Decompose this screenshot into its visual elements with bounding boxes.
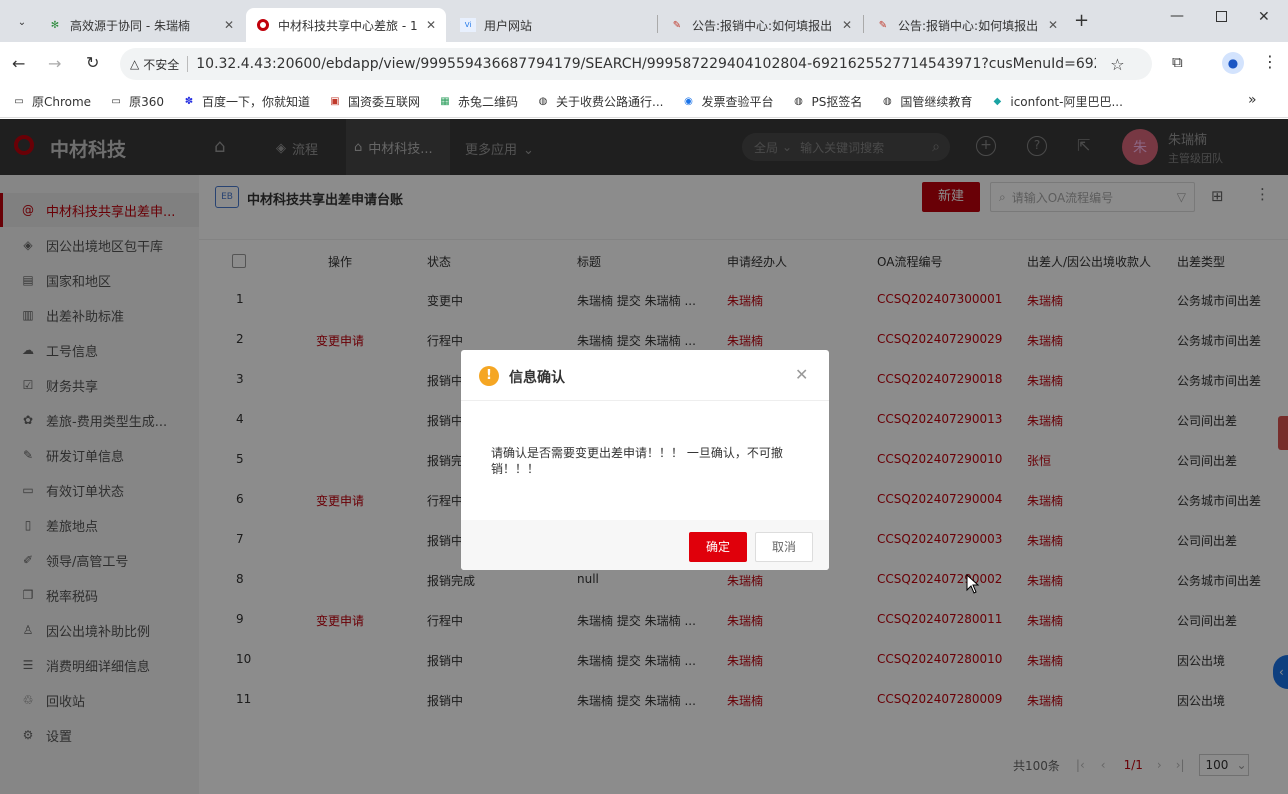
tab-search-button[interactable]: ⌄ (10, 10, 34, 34)
tab-title: 高效源于协同 - 朱瑞楠 (70, 18, 190, 33)
browser-tab-5[interactable]: ✎ 公告:报销中心:如何填报出 ✕ (866, 8, 1068, 42)
close-icon[interactable]: ✕ (795, 365, 808, 384)
flag-icon: ▣ (330, 96, 340, 107)
window-close-button[interactable]: ✕ (1258, 9, 1270, 25)
tab-title: 中材科技共享中心差旅 - 1 (278, 18, 418, 33)
new-tab-button[interactable]: + (1074, 10, 1089, 31)
insecure-label[interactable]: 不安全 (143, 56, 179, 73)
tab-title: 公告:报销中心:如何填报出 (692, 18, 833, 33)
bookmark-item[interactable]: ◉ 发票查验平台 (681, 93, 773, 110)
bookmark-folder[interactable]: ▭ 原Chrome (12, 93, 91, 110)
bookmark-folder[interactable]: ▭ 原360 (109, 93, 164, 110)
browser-tab-2[interactable]: 中材科技共享中心差旅 - 1 ✕ (246, 8, 446, 42)
mouse-cursor (966, 574, 980, 594)
minimize-button[interactable]: — (1170, 8, 1184, 24)
qrcode-icon: ▦ (440, 96, 450, 107)
bookmark-item[interactable]: ▣ 国资委互联网 (328, 93, 420, 110)
folder-icon: ▭ (14, 96, 24, 107)
address-bar-row: ← → ↻ △ 不安全 10.32.4.43:20600/ebdapp/view… (0, 42, 1288, 86)
menu-icon[interactable]: ⋮ (1262, 52, 1278, 71)
warning-icon: △ (130, 57, 140, 71)
omnibox[interactable]: △ 不安全 10.32.4.43:20600/ebdapp/view/99955… (120, 48, 1152, 80)
close-icon[interactable]: ✕ (224, 18, 234, 32)
reload-icon[interactable]: ↻ (86, 53, 99, 72)
browser-tab-4[interactable]: ✎ 公告:报销中心:如何填报出 ✕ (660, 8, 862, 42)
bookmarks-bar: ▭ 原Chrome ▭ 原360 ✽ 百度一下，你就知道 ▣ 国资委互联网 ▦ 赤兔二维码… (0, 86, 1288, 118)
bookmarks-overflow-icon[interactable]: » (1248, 92, 1257, 108)
close-icon[interactable]: ✕ (842, 18, 852, 32)
globe-icon: ◍ (794, 96, 803, 107)
close-icon[interactable]: ✕ (426, 18, 436, 32)
close-icon[interactable]: ✕ (1048, 18, 1058, 32)
browser-tab-bar: ⌄ ✻ 高效源于协同 - 朱瑞楠 ✕ 中材科技共享中心差旅 - 1 ✕ Vi 用… (0, 0, 1288, 42)
folder-icon: ▭ (111, 96, 121, 107)
confirm-dialog: ! 信息确认 ✕ 请确认是否需要变更出差申请！！！ 一旦确认，不可撤销！！！ 确… (461, 350, 829, 570)
tab-title: 用户网站 (484, 18, 533, 33)
sinoma-logo-icon (256, 18, 270, 32)
notice-icon: ✎ (878, 19, 888, 31)
bookmark-item[interactable]: ◍ PS抠签名 (792, 93, 862, 110)
cancel-button[interactable]: 取消 (755, 532, 813, 562)
globe-icon: ◍ (882, 96, 892, 107)
search-icon: ◉ (684, 96, 693, 107)
browser-tab-1[interactable]: ✻ 高效源于协同 - 朱瑞楠 ✕ (38, 8, 244, 42)
bookmark-item[interactable]: ◍ 关于收费公路通行... (536, 93, 664, 110)
confirm-button[interactable]: 确定 (689, 532, 747, 562)
iconfont-icon: ◆ (993, 96, 1002, 107)
browser-tab-3[interactable]: Vi 用户网站 (450, 8, 656, 42)
dialog-title: 信息确认 (509, 370, 565, 386)
back-icon[interactable]: ← (12, 54, 25, 73)
maximize-button[interactable] (1216, 11, 1227, 22)
gear-icon: ✻ (50, 19, 60, 31)
url-text[interactable]: 10.32.4.43:20600/ebdapp/view/99955943668… (196, 56, 1096, 72)
forward-icon[interactable]: → (48, 54, 61, 73)
site-icon: Vi (460, 18, 476, 32)
bookmark-item[interactable]: ▦ 赤兔二维码 (438, 93, 518, 110)
tab-title: 公告:报销中心:如何填报出 (898, 18, 1039, 33)
bookmark-item[interactable]: ◍ 国管继续教育 (880, 93, 972, 110)
extensions-icon[interactable]: ⧉ (1172, 53, 1183, 71)
bookmark-item[interactable]: ◆ iconfont-阿里巴巴... (990, 93, 1123, 110)
bookmark-item[interactable]: ✽ 百度一下，你就知道 (182, 93, 310, 110)
dialog-message: 请确认是否需要变更出差申请！！！ 一旦确认，不可撤销！！！ (491, 446, 783, 476)
dialog-divider (461, 400, 829, 401)
star-icon[interactable]: ☆ (1110, 55, 1124, 74)
paw-icon: ✽ (184, 96, 194, 107)
warning-icon: ! (479, 366, 499, 386)
globe-icon: ◍ (538, 96, 548, 107)
profile-icon[interactable]: ● (1222, 52, 1244, 74)
notice-icon: ✎ (672, 19, 682, 31)
